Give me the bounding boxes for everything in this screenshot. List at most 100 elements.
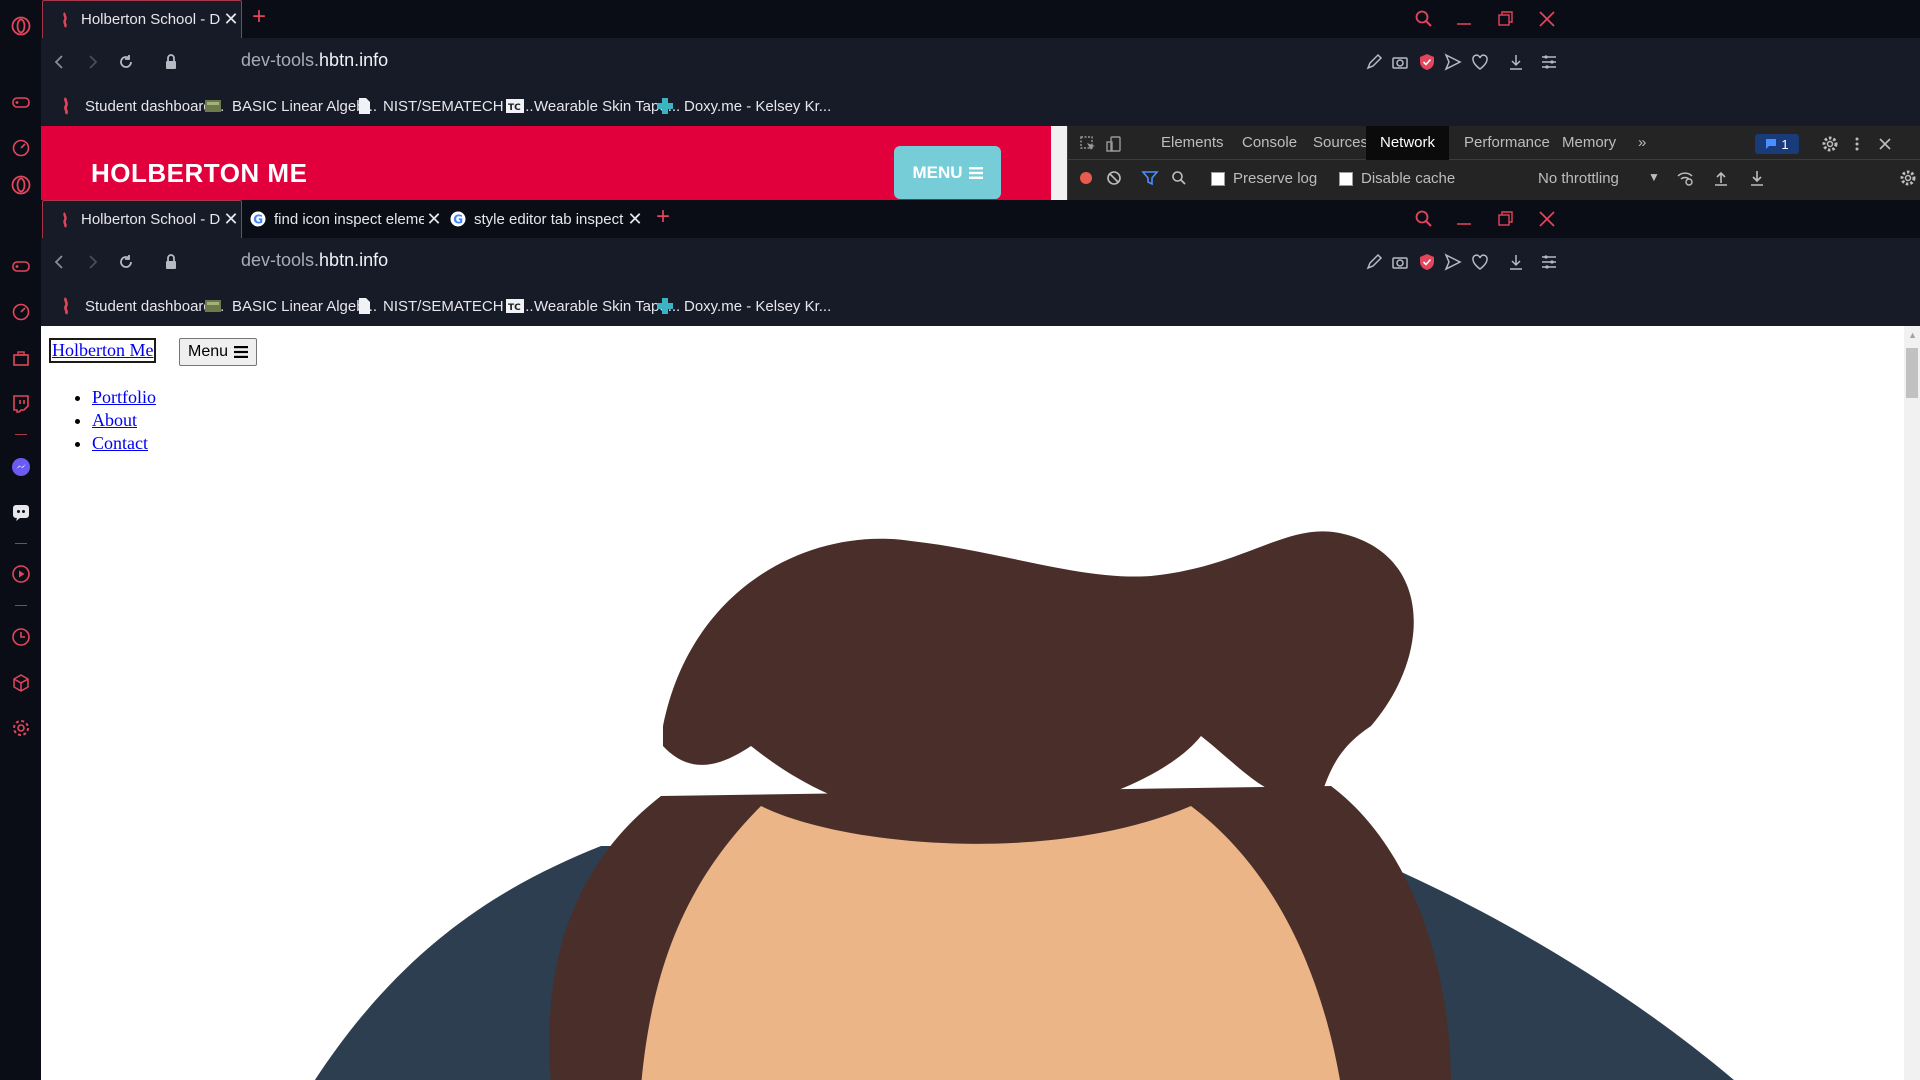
close-tab-icon[interactable]: ✕ [424,209,444,230]
page-scrollbar[interactable] [1051,126,1067,200]
settings-gear-icon[interactable] [10,717,32,739]
bookmark-doxy[interactable]: Doxy.me - Kelsey Kr... [656,95,831,117]
lock-icon[interactable] [160,251,182,273]
url-field[interactable]: dev-tools.hbtn.info [241,250,388,271]
import-har-icon[interactable] [1711,168,1731,188]
reload-icon[interactable] [115,51,137,73]
snap-edit-icon[interactable] [1363,251,1385,273]
opera-logo-icon[interactable] [10,15,32,37]
nav-link-contact[interactable]: Contact [92,433,148,453]
preserve-log-checkbox[interactable]: Preserve log [1211,170,1317,187]
bookmark-linear-algebra[interactable]: BASIC Linear Algeb... [204,95,377,117]
brand-link[interactable]: Holberton Me [49,338,157,363]
download-icon[interactable] [1505,251,1527,273]
minimize-icon[interactable] [1451,206,1477,232]
messages-badge[interactable]: 1 [1755,134,1799,154]
bookmark-linear-algebra[interactable]: BASIC Linear Algeb... [204,295,377,317]
tab-holberton[interactable]: Holberton School - Develop ✕ [42,0,242,38]
bookmark-student-dashboard[interactable]: Student dashboard... [57,295,224,317]
player-icon[interactable] [10,563,32,585]
checkbox-box[interactable] [1339,171,1353,186]
clear-icon[interactable] [1104,168,1124,188]
menu-button[interactable]: Menu [179,338,258,366]
forward-icon[interactable] [81,251,103,273]
devtools-tab-elements[interactable]: Elements [1147,126,1238,160]
devtools-close-icon[interactable] [1875,134,1895,154]
easy-setup-icon[interactable] [1538,51,1560,73]
adblock-shield-icon[interactable] [1416,251,1438,273]
checkbox-box[interactable] [1211,171,1225,186]
close-window-icon[interactable] [1534,206,1560,232]
network-settings-icon[interactable] [1898,168,1918,188]
forward-icon[interactable] [81,51,103,73]
throttling-caret-icon[interactable]: ▼ [1648,170,1660,184]
devtools-settings-icon[interactable] [1820,134,1840,154]
lock-icon[interactable] [160,51,182,73]
page-scrollbar[interactable]: ▲ [1904,326,1920,1080]
adblock-shield-icon[interactable] [1416,51,1438,73]
export-har-icon[interactable] [1747,168,1767,188]
gamepad-icon[interactable] [10,91,32,113]
devtools-tab-memory[interactable]: Memory [1548,126,1630,160]
bookmark-wearable-skin[interactable]: TC Wearable Skin Tape... [506,295,680,317]
restore-icon[interactable] [1493,6,1519,32]
minimize-icon[interactable] [1451,6,1477,32]
url-field[interactable]: dev-tools.hbtn.info [241,50,388,71]
site-brand[interactable]: HOLBERTON ME [91,158,307,189]
easy-setup-icon[interactable] [1538,251,1560,273]
tab-style-editor[interactable]: G style editor tab inspect eler ✕ [444,200,645,238]
download-icon[interactable] [1505,51,1527,73]
camera-icon[interactable] [1389,51,1411,73]
restore-icon[interactable] [1493,206,1519,232]
new-tab-button[interactable]: + [651,205,675,230]
network-conditions-icon[interactable] [1675,168,1695,188]
bookmark-wearable-skin[interactable]: TC Wearable Skin Tape... [506,95,680,117]
heart-icon[interactable] [1469,51,1491,73]
back-icon[interactable] [49,51,71,73]
scrollbar-thumb[interactable] [1906,348,1918,398]
opera-logo-icon[interactable] [10,174,32,196]
send-icon[interactable] [1442,251,1464,273]
bookmark-student-dashboard[interactable]: Student dashboard... [57,95,224,117]
inspect-element-icon[interactable] [1078,134,1098,154]
close-window-icon[interactable] [1534,6,1560,32]
new-tab-button[interactable]: + [247,5,271,30]
device-toolbar-icon[interactable] [1104,134,1124,154]
discord-icon[interactable] [10,501,32,523]
briefcase-icon[interactable] [10,347,32,369]
speed-dial-icon[interactable] [10,301,32,323]
tab-find-icon[interactable]: G find icon inspect element - ✕ [242,200,444,238]
scroll-up-arrow-icon[interactable]: ▲ [1908,330,1917,340]
camera-icon[interactable] [1389,251,1411,273]
back-icon[interactable] [49,251,71,273]
send-icon[interactable] [1442,51,1464,73]
site-menu-button[interactable]: MENU [894,146,1001,199]
reload-icon[interactable] [115,251,137,273]
speed-dial-icon[interactable] [10,137,32,159]
nav-link-about[interactable]: About [92,410,137,430]
search-icon[interactable] [1411,6,1437,32]
devtools-tab-network[interactable]: Network [1366,126,1450,160]
more-tabs-chevron[interactable]: » [1624,126,1660,160]
nav-link-portfolio[interactable]: Portfolio [92,387,156,407]
devtools-tab-performance[interactable]: Performance [1450,126,1564,160]
snap-edit-icon[interactable] [1363,51,1385,73]
twitch-icon[interactable] [10,393,32,415]
disable-cache-checkbox[interactable]: Disable cache [1339,170,1455,187]
gamepad-icon[interactable] [10,255,32,277]
extensions-cube-icon[interactable] [10,672,32,694]
devtools-menu-icon[interactable] [1847,134,1867,154]
history-icon[interactable] [10,626,32,648]
close-tab-icon[interactable]: ✕ [625,209,645,230]
search-icon[interactable] [1411,206,1437,232]
bookmark-doxy[interactable]: Doxy.me - Kelsey Kr... [656,295,831,317]
filter-icon[interactable] [1140,168,1160,188]
messenger-icon[interactable] [10,456,32,478]
tab-holberton[interactable]: Holberton School - Develop ✕ [42,200,242,238]
close-tab-icon[interactable]: ✕ [221,9,241,30]
record-icon[interactable] [1076,168,1096,188]
search-icon[interactable] [1169,168,1189,188]
throttling-select[interactable]: No throttling [1538,170,1619,187]
heart-icon[interactable] [1469,251,1491,273]
close-tab-icon[interactable]: ✕ [221,209,241,230]
